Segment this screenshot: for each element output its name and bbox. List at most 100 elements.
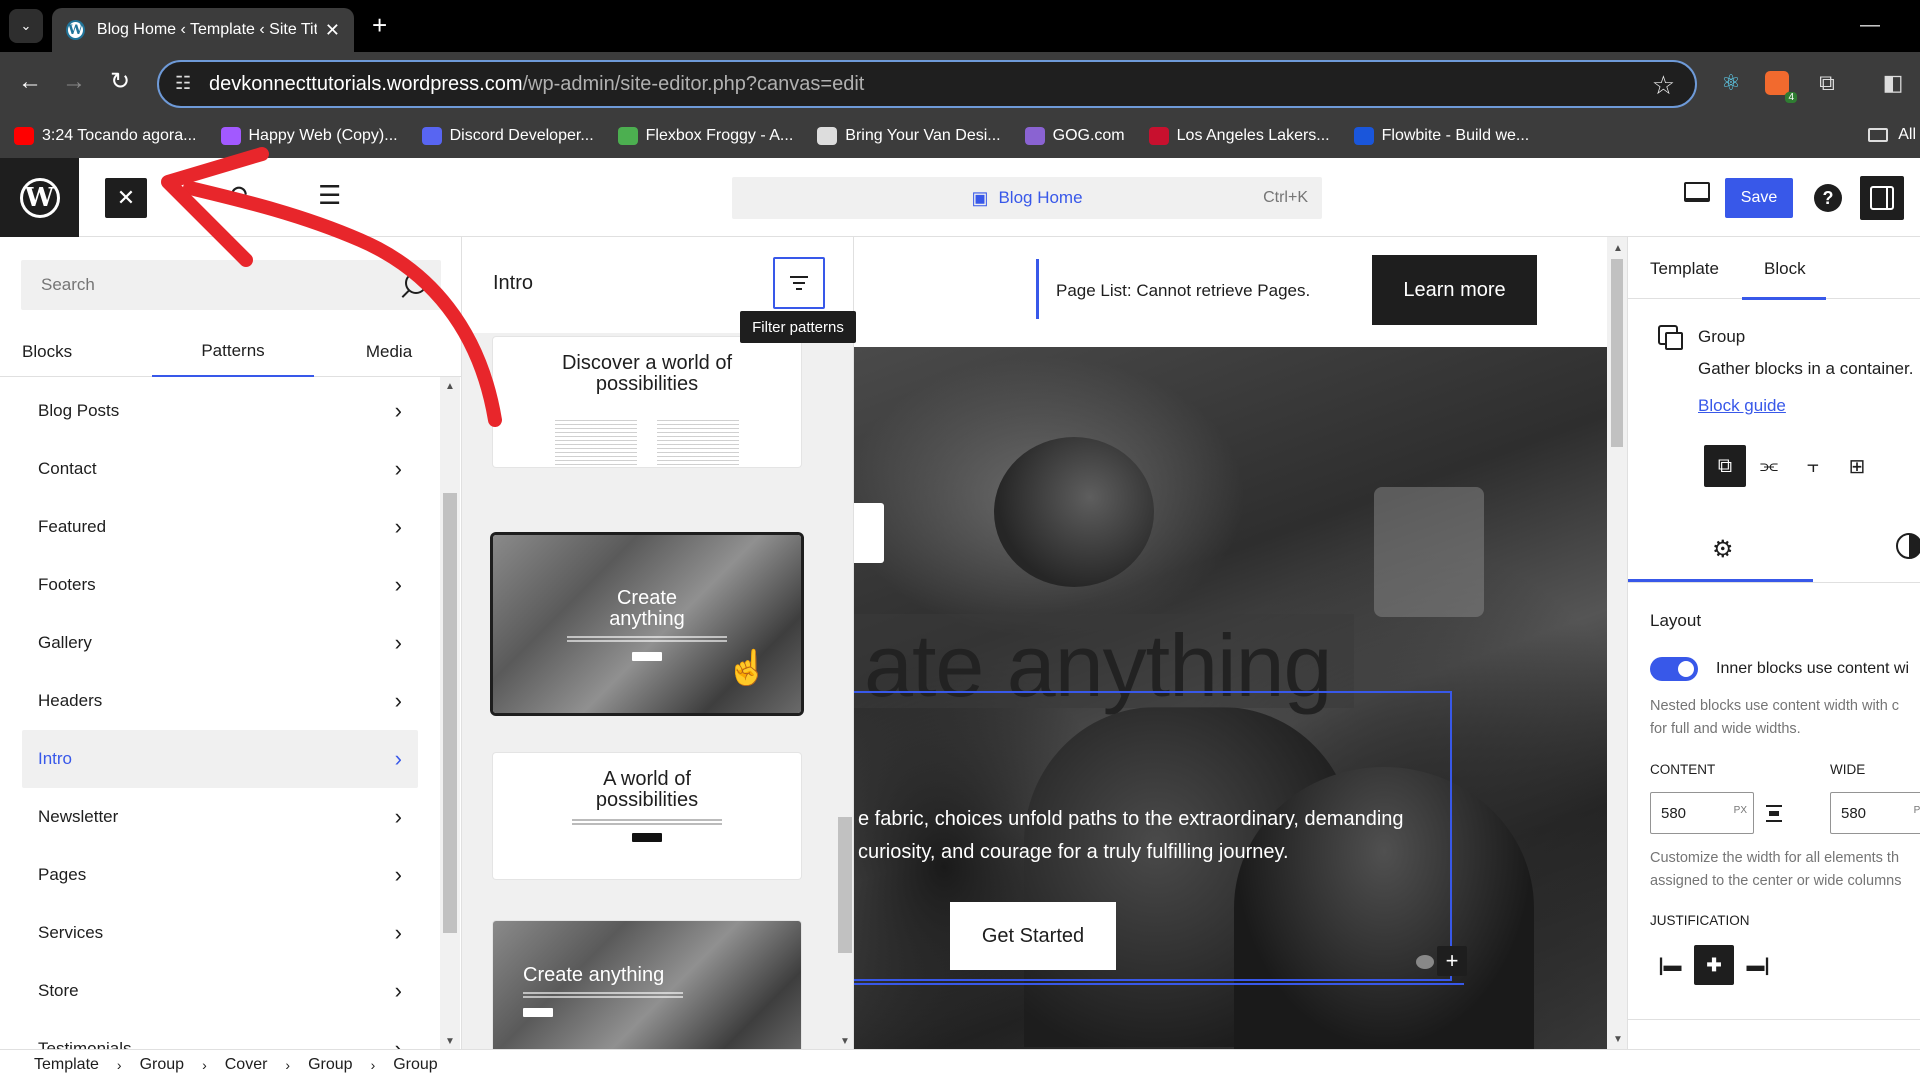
- justify-left-icon[interactable]: |▬: [1650, 945, 1690, 985]
- unit-label[interactable]: PX: [1914, 805, 1920, 816]
- category-label: Footers: [38, 575, 96, 594]
- block-handle[interactable]: [854, 503, 884, 563]
- pattern-category-intro[interactable]: Intro ›: [22, 730, 418, 788]
- tab-close-icon[interactable]: ✕: [325, 20, 340, 41]
- pattern-category-blog-posts[interactable]: Blog Posts ›: [22, 382, 418, 440]
- wordpress-logo-icon[interactable]: W: [0, 158, 79, 237]
- breadcrumb-item[interactable]: Group: [308, 1056, 352, 1074]
- side-panel-icon[interactable]: ◧: [1876, 66, 1910, 100]
- tab-template[interactable]: Template: [1650, 259, 1719, 279]
- bookmark-item[interactable]: 3:24 Tocando agora...: [14, 127, 197, 145]
- address-bar[interactable]: ☷ devkonnecttutorials.wordpress.com/wp-a…: [157, 60, 1697, 108]
- category-label: Featured: [38, 517, 107, 536]
- minimize-window-icon[interactable]: —: [1860, 14, 1880, 37]
- grid-variation-icon[interactable]: ⊞: [1836, 445, 1878, 487]
- command-palette-button[interactable]: ▣ Blog Home Ctrl+K: [732, 177, 1322, 219]
- wide-width-input[interactable]: 580 PX: [1830, 792, 1920, 834]
- back-icon[interactable]: ←: [18, 68, 42, 96]
- forward-icon[interactable]: →: [62, 68, 86, 96]
- inserter-scrollbar[interactable]: ▲ ▼: [440, 377, 460, 1049]
- wide-width-value: 580: [1841, 804, 1867, 822]
- bookmark-item[interactable]: GOG.com: [1024, 127, 1125, 145]
- tab-media[interactable]: Media: [334, 327, 444, 377]
- row-variation-icon[interactable]: ⫘: [1748, 445, 1790, 487]
- hero-paragraph-line: curiosity, and courage for a truly fulfi…: [858, 841, 1289, 863]
- bookmark-item[interactable]: Flexbox Froggy - A...: [617, 127, 793, 145]
- drag-handle-icon[interactable]: [1416, 955, 1434, 969]
- bookmark-favicon-icon: [14, 127, 34, 145]
- editor-canvas[interactable]: Page List: Cannot retrieve Pages. Learn …: [854, 237, 1607, 1049]
- get-started-button[interactable]: Get Started: [950, 902, 1116, 970]
- content-width-input[interactable]: 580 PX: [1650, 792, 1754, 834]
- pattern-card[interactable]: Create anything: [493, 921, 801, 1049]
- all-bookmarks-button[interactable]: All: [1868, 126, 1920, 144]
- bookmark-item[interactable]: Discord Developer...: [421, 127, 594, 145]
- device-preview-icon[interactable]: [1684, 182, 1710, 202]
- browser-tab[interactable]: W Blog Home ‹ Template ‹ Site Titl ✕: [52, 8, 354, 52]
- new-tab-icon[interactable]: +: [372, 12, 387, 38]
- breadcrumb-item[interactable]: Group: [140, 1056, 184, 1074]
- justify-right-icon[interactable]: ▬|: [1738, 945, 1778, 985]
- canvas-scrollbar[interactable]: ▲ ▼: [1607, 237, 1627, 1049]
- site-info-icon[interactable]: ☷: [175, 73, 191, 94]
- pattern-category-store[interactable]: Store ›: [22, 962, 418, 1020]
- bookmark-item[interactable]: Happy Web (Copy)...: [220, 127, 398, 145]
- scroll-up-icon[interactable]: ▲: [1613, 243, 1623, 254]
- tab-block[interactable]: Block: [1742, 259, 1825, 300]
- reload-icon[interactable]: ↻: [110, 68, 130, 96]
- filter-patterns-button[interactable]: [773, 257, 825, 309]
- block-guide-link[interactable]: Block guide: [1698, 396, 1786, 416]
- pattern-category-newsletter[interactable]: Newsletter ›: [22, 788, 418, 846]
- pattern-scrollbar[interactable]: ▼: [834, 333, 853, 1049]
- close-inserter-button[interactable]: ✕: [105, 178, 147, 218]
- pattern-category-gallery[interactable]: Gallery ›: [22, 614, 418, 672]
- extension-icon[interactable]: 4: [1760, 66, 1797, 103]
- pattern-card[interactable]: A world of possibilities: [493, 753, 801, 879]
- tab-blocks[interactable]: Blocks: [0, 327, 92, 377]
- breadcrumb-item[interactable]: Group: [393, 1056, 437, 1074]
- layout-section-title[interactable]: Layout: [1650, 611, 1701, 631]
- save-button[interactable]: Save: [1725, 178, 1793, 218]
- settings-gear-icon[interactable]: ⚙: [1712, 535, 1734, 564]
- styles-contrast-icon[interactable]: [1896, 533, 1920, 559]
- unit-label[interactable]: PX: [1734, 805, 1747, 816]
- bookmark-item[interactable]: Bring Your Van Desi...: [817, 127, 1001, 145]
- stack-variation-icon[interactable]: ⫟: [1792, 445, 1834, 487]
- pattern-category-services[interactable]: Services ›: [22, 904, 418, 962]
- scrollbar-thumb[interactable]: [443, 493, 457, 933]
- inserter-search-input[interactable]: Search: [21, 260, 441, 310]
- justify-center-button-icon[interactable]: ✚: [1694, 945, 1734, 985]
- learn-more-button[interactable]: Learn more: [1372, 255, 1537, 325]
- pattern-category-headers[interactable]: Headers ›: [22, 672, 418, 730]
- bookmark-item[interactable]: Los Angeles Lakers...: [1148, 127, 1330, 145]
- pattern-category-pages[interactable]: Pages ›: [22, 846, 418, 904]
- pattern-category-footers[interactable]: Footers ›: [22, 556, 418, 614]
- react-devtools-icon[interactable]: ⚛: [1714, 66, 1748, 100]
- bookmark-item[interactable]: Flowbite - Build we...: [1353, 127, 1529, 145]
- scroll-down-icon[interactable]: ▼: [840, 1036, 850, 1047]
- tools-icon[interactable]: ✎: [166, 180, 188, 211]
- breadcrumb-item[interactable]: Template: [34, 1056, 99, 1074]
- hero-paragraph[interactable]: e fabric, choices unfold paths to the ex…: [858, 803, 1458, 869]
- extensions-puzzle-icon[interactable]: ⧉: [1810, 66, 1844, 100]
- scrollbar-thumb[interactable]: [838, 817, 852, 953]
- breadcrumb-item[interactable]: Cover: [225, 1056, 268, 1074]
- undo-icon[interactable]: ↶: [226, 180, 248, 211]
- add-block-icon[interactable]: +: [1437, 946, 1467, 976]
- scroll-down-icon[interactable]: ▼: [445, 1036, 455, 1047]
- tab-patterns[interactable]: Patterns: [152, 327, 314, 377]
- tab-search-icon[interactable]: ⌄: [9, 9, 43, 43]
- group-variation-icon[interactable]: ⧉: [1704, 445, 1746, 487]
- inner-blocks-toggle[interactable]: [1650, 657, 1698, 681]
- list-view-icon[interactable]: ☰: [318, 180, 341, 211]
- pattern-card[interactable]: Discover a world of possibilities: [493, 337, 801, 467]
- help-icon[interactable]: ?: [1814, 184, 1842, 212]
- scrollbar-thumb[interactable]: [1611, 259, 1623, 447]
- scroll-up-icon[interactable]: ▲: [445, 381, 455, 392]
- pattern-category-contact[interactable]: Contact ›: [22, 440, 418, 498]
- settings-toggle-button[interactable]: [1860, 176, 1904, 220]
- scroll-down-icon[interactable]: ▼: [1613, 1034, 1623, 1045]
- pattern-category-featured[interactable]: Featured ›: [22, 498, 418, 556]
- bookmark-star-icon[interactable]: ☆: [1652, 70, 1675, 101]
- cover-block[interactable]: ate anything e fabric, choices unfold pa…: [854, 347, 1607, 1049]
